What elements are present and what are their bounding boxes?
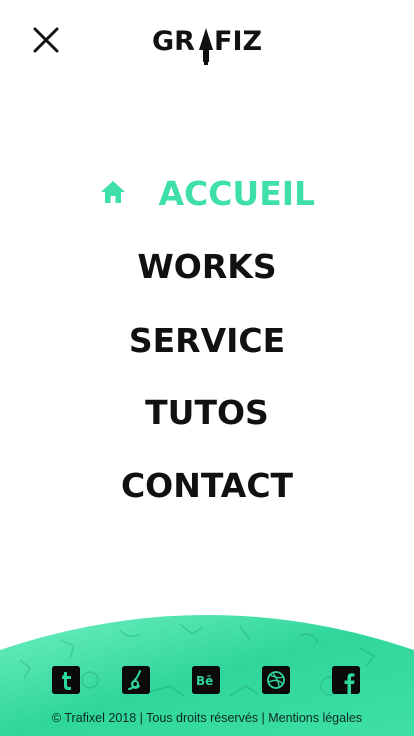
svg-text:Bē: Bē: [196, 674, 213, 688]
logo-left: GR: [152, 26, 195, 57]
close-button[interactable]: [30, 24, 62, 56]
pen-icon: [199, 28, 213, 65]
logo-right: FIZ: [214, 26, 262, 57]
behance-button[interactable]: Bē: [192, 666, 220, 694]
nav-item-works[interactable]: WORKS: [0, 242, 414, 292]
facebook-icon: [332, 666, 360, 694]
dribbble-button[interactable]: [262, 666, 290, 694]
tumblr-icon: [52, 666, 80, 694]
behance-icon: Bē: [192, 666, 220, 694]
nav-label-accueil: ACCUEIL: [158, 174, 316, 213]
close-icon: [33, 27, 59, 53]
logo[interactable]: GR FIZ: [152, 24, 264, 68]
legal-link[interactable]: Mentions légales: [268, 711, 362, 725]
nav-item-service[interactable]: SERVICE: [0, 316, 414, 366]
dribbble-icon: [262, 666, 290, 694]
footer: Bē © Trafixel 2018 | Tous droits réservé…: [0, 600, 414, 736]
nav-item-tutos[interactable]: TUTOS: [0, 388, 414, 438]
nav-label-service: SERVICE: [128, 321, 286, 360]
deviantart-icon: [122, 666, 150, 694]
nav-label-contact: CONTACT: [120, 466, 294, 505]
copyright-bar: © Trafixel 2018 | Tous droits réservés |…: [0, 711, 414, 725]
social-links: Bē: [0, 666, 414, 696]
deviantart-button[interactable]: [122, 666, 150, 694]
nav-label-works: WORKS: [137, 247, 277, 286]
nav-label-tutos: TUTOS: [145, 393, 269, 432]
separator: |: [261, 711, 265, 725]
tumblr-button[interactable]: [52, 666, 80, 694]
copyright-text: © Trafixel 2018: [51, 711, 137, 725]
separator: |: [139, 711, 143, 725]
nav-item-accueil[interactable]: ACCUEIL: [0, 169, 414, 219]
rights-text: Tous droits réservés: [146, 711, 259, 725]
facebook-button[interactable]: [332, 666, 360, 694]
logo-mark: GR FIZ: [152, 26, 262, 65]
nav-item-contact[interactable]: CONTACT: [0, 461, 414, 511]
home-icon: [100, 180, 125, 203]
